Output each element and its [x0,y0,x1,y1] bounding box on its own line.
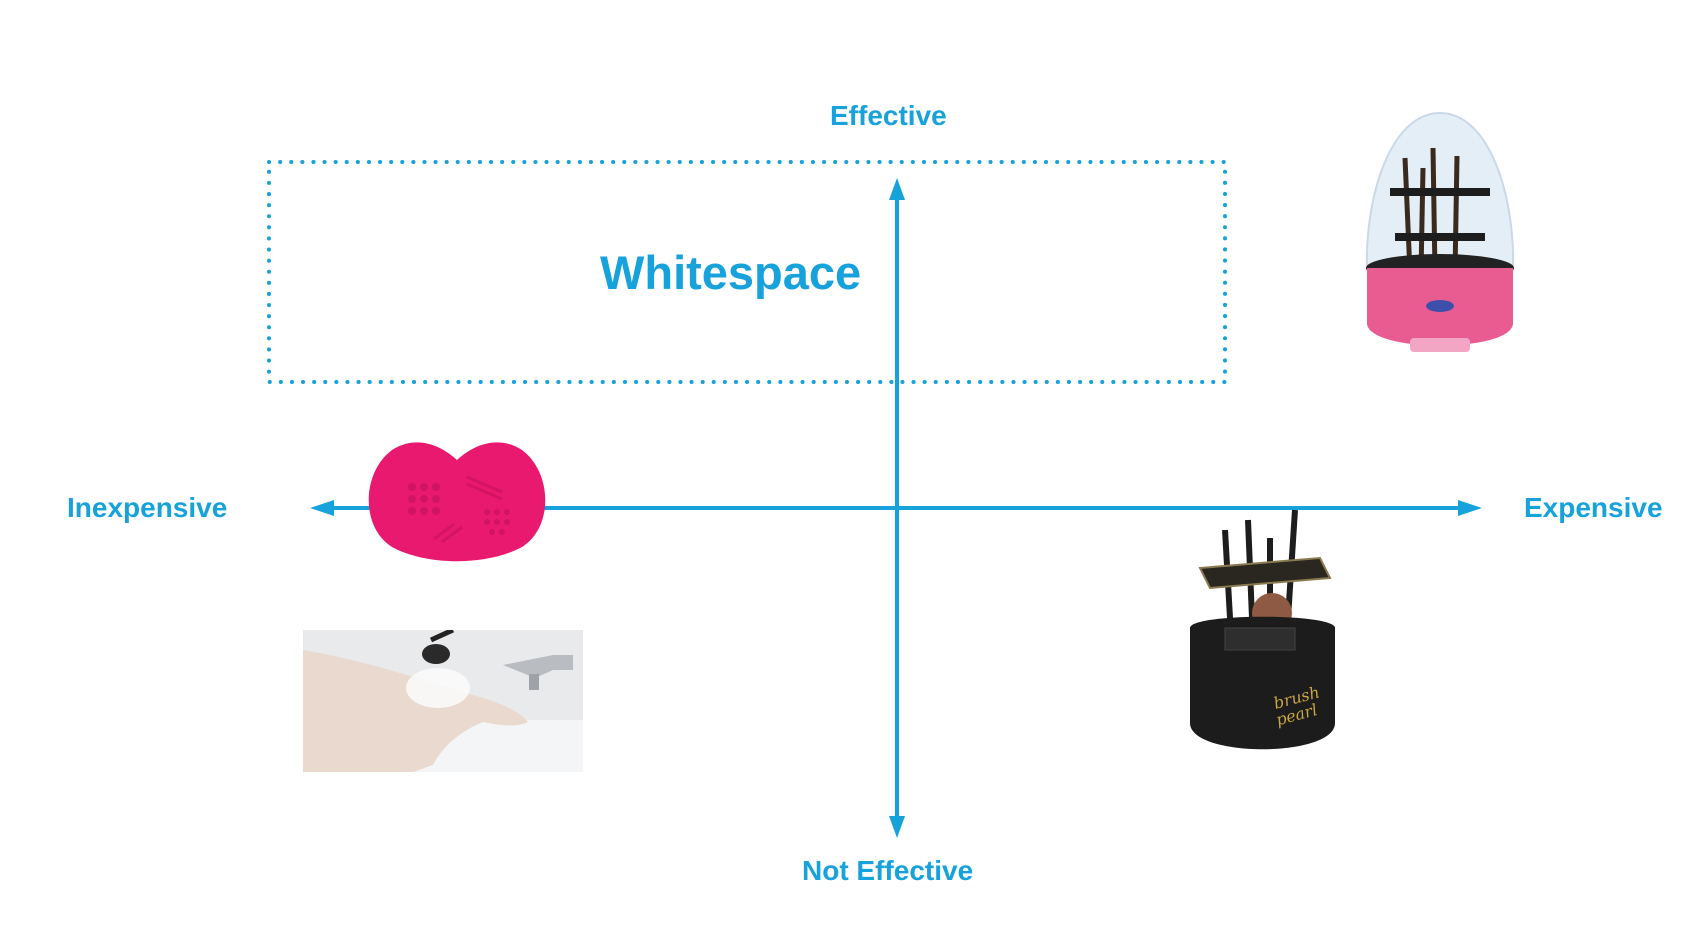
egg-cleaner-image [1365,111,1515,352]
axis-label-top: Effective [830,100,947,131]
silicone-pad-image [368,442,546,562]
right-arrowhead [1458,500,1482,516]
axis-label-right: Expensive [1524,492,1663,523]
axis-label-left: Inexpensive [67,492,228,523]
axis-label-bottom: Not Effective [802,855,974,886]
up-arrowhead [889,178,905,200]
whitespace-label: Whitespace [600,246,862,299]
hand-washing-image [303,630,583,772]
down-arrowhead [889,816,905,838]
brush-pearl-image: brush pearl [1190,509,1335,750]
left-arrowhead [310,500,334,516]
